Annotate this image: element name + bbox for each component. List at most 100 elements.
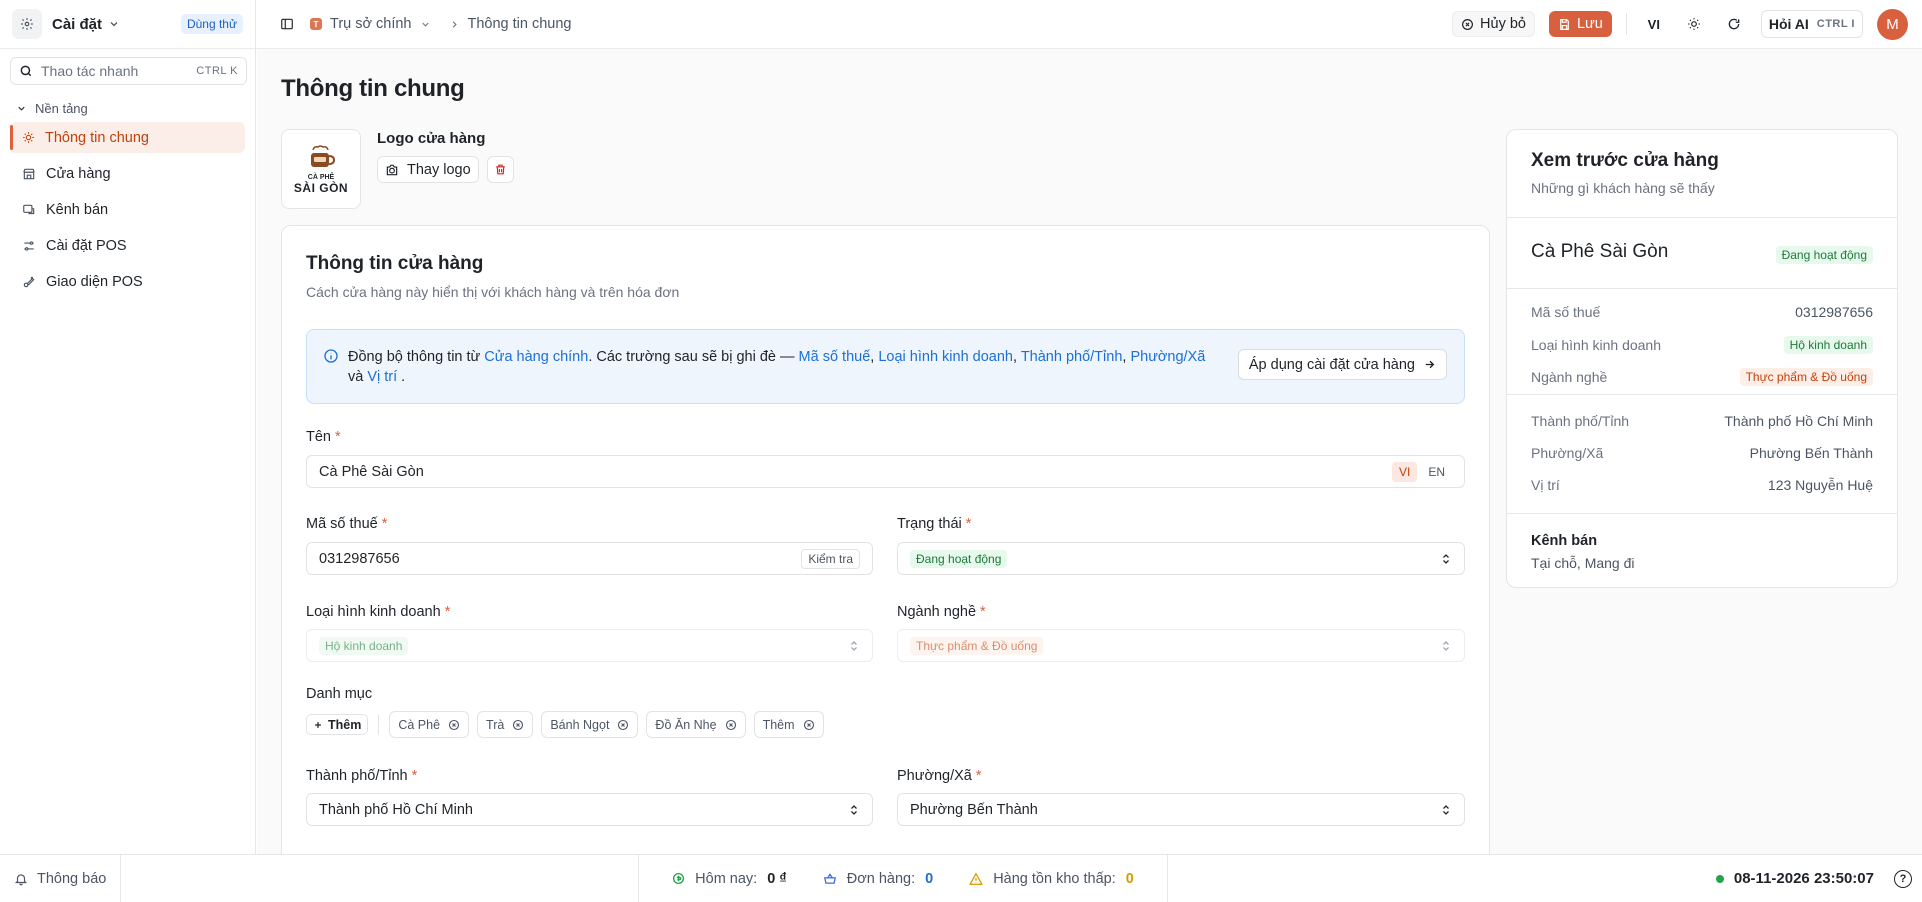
category-chip: Cà Phê <box>389 711 470 738</box>
category-chip: Đồ Ăn Nhẹ <box>646 711 746 738</box>
ask-ai-label: Hỏi AI <box>1768 16 1809 32</box>
required-mark: * <box>965 516 972 532</box>
preview-key: Phường/Xã <box>1531 445 1604 461</box>
save-button[interactable]: Lưu <box>1548 11 1612 37</box>
palette-icon <box>23 276 35 287</box>
lang-en-tab[interactable]: EN <box>1421 462 1452 482</box>
logo-text-top: CÀ PHÊ <box>307 173 335 181</box>
field-link-city[interactable]: Thành phố/Tỉnh <box>1021 349 1123 365</box>
main-store-link[interactable]: Cửa hàng chính <box>484 349 588 365</box>
preview-title: Xem trước cửa hàng <box>1531 150 1719 171</box>
tax-field[interactable]: 0312987656 Kiểm tra <box>306 542 873 575</box>
add-category-label: Thêm <box>328 717 362 732</box>
status-select[interactable]: Đang hoạt động <box>897 542 1465 575</box>
updown-chevron-icon <box>851 640 857 651</box>
sync-notice-text: Đồng bộ thông tin từ Cửa hàng chính. Các… <box>348 349 1206 385</box>
required-mark: * <box>411 768 418 784</box>
city-label-text: Thành phố/Tỉnh <box>306 768 408 784</box>
store-info-card: Thông tin cửa hàng Cách cửa hàng này hiể… <box>281 225 1490 854</box>
preview-row-location: Vị trí 123 Nguyễn Huệ <box>1531 477 1873 493</box>
city-select[interactable]: Thành phố Hồ Chí Minh <box>306 793 873 826</box>
field-link-business-type[interactable]: Loại hình kinh doanh <box>878 349 1013 365</box>
settings-switcher[interactable]: Cài đặt <box>52 16 120 33</box>
preview-row-city: Thành phố/Tỉnh Thành phố Hồ Chí Minh <box>1531 413 1873 429</box>
remove-chip-icon[interactable] <box>617 719 629 731</box>
channel-icon <box>23 204 35 214</box>
category-chip-label: Cà Phê <box>398 717 441 732</box>
theme-toggle[interactable] <box>1681 11 1707 37</box>
divider <box>378 714 380 735</box>
save-label: Lưu <box>1576 16 1603 32</box>
notice-text: . <box>397 369 406 385</box>
quick-action-search[interactable]: Thao tác nhanh CTRL K <box>10 57 247 85</box>
sidebar-item-store[interactable]: Cửa hàng <box>10 158 245 189</box>
field-link-tax[interactable]: Mã số thuế <box>799 349 871 365</box>
sidebar-item-pos-settings[interactable]: Cài đặt POS <box>10 230 245 261</box>
required-mark: * <box>975 768 982 784</box>
sidebar-item-general-info[interactable]: Thông tin chung <box>10 122 245 153</box>
city-value: Thành phố Hồ Chí Minh <box>319 801 473 818</box>
breadcrumb-branch[interactable]: Trụ sở chính <box>330 16 412 32</box>
change-logo-label: Thay logo <box>407 161 471 178</box>
category-chips: Thêm Cà Phê Trà Bánh Ngọt Đồ Ăn Nhẹ Thêm <box>306 711 824 738</box>
logo-section-label: Logo cửa hàng <box>377 130 486 147</box>
search-icon <box>20 65 32 77</box>
lang-vi-tab[interactable]: VI <box>1391 461 1418 482</box>
city-label: Thành phố/Tỉnh * <box>306 768 417 784</box>
low-stock-value: 0 <box>1125 870 1134 887</box>
name-field[interactable]: Cà Phê Sài Gòn VI EN <box>306 455 1465 488</box>
preview-channels-value: Tại chỗ, Mang đi <box>1531 555 1635 571</box>
remove-chip-icon[interactable] <box>725 719 737 731</box>
logo-text-bottom: SÀI GÒN <box>293 180 349 195</box>
business-type-select[interactable]: Hộ kinh doanh <box>306 629 873 662</box>
preview-value: Thực phẩm & Đồ uống <box>1739 368 1873 386</box>
field-link-location[interactable]: Vị trí <box>367 369 397 385</box>
tax-label: Mã số thuế * <box>306 516 387 532</box>
field-link-ward[interactable]: Phường/Xã <box>1130 349 1205 365</box>
remove-chip-icon[interactable] <box>448 719 460 731</box>
category-chip: Trà <box>477 711 534 738</box>
breadcrumb: T Trụ sở chính Thông tin chung <box>310 16 572 32</box>
business-type-label: Loại hình kinh doanh * <box>306 604 450 620</box>
language-switch[interactable]: VI <box>1641 11 1667 37</box>
category-chip-label: Đồ Ăn Nhẹ <box>655 717 717 732</box>
check-tax-button[interactable]: Kiểm tra <box>801 548 860 569</box>
remove-chip-icon[interactable] <box>803 719 815 731</box>
category-chip-label: Bánh Ngọt <box>550 717 610 732</box>
avatar[interactable]: M <box>1877 8 1908 40</box>
card-subtitle: Cách cửa hàng này hiển thị với khách hàn… <box>306 284 680 300</box>
change-logo-button[interactable]: Thay logo <box>377 156 479 183</box>
store-logo: CÀ PHÊ SÀI GÒN <box>281 129 361 209</box>
industry-select[interactable]: Thực phẩm & Đồ uống <box>897 629 1465 662</box>
store-preview-card: Xem trước cửa hàng Những gì khách hàng s… <box>1506 129 1898 588</box>
notifications-button[interactable]: Thông báo <box>0 854 121 902</box>
preview-value: Hộ kinh doanh <box>1783 336 1873 354</box>
delete-logo-button[interactable] <box>486 156 514 183</box>
sidebar-item-label: Thông tin chung <box>45 129 149 146</box>
help-icon[interactable]: ? <box>1894 869 1912 888</box>
sidebar-group-platform[interactable]: Nền tảng <box>16 101 255 116</box>
arrow-right-icon <box>1425 360 1435 369</box>
status-right: 08-11-2026 23:50:07 ? <box>1715 869 1912 888</box>
business-type-label-text: Loại hình kinh doanh <box>306 604 441 620</box>
remove-chip-icon[interactable] <box>512 719 524 731</box>
ask-ai-button[interactable]: Hỏi AI CTRL I <box>1760 10 1863 38</box>
sidebar-item-sales-channel[interactable]: Kênh bán <box>10 194 245 225</box>
settings-gear-icon[interactable] <box>12 9 42 39</box>
page-title: Thông tin chung <box>281 75 465 102</box>
ward-select[interactable]: Phường Bến Thành <box>897 793 1465 826</box>
sidebar-item-label: Cửa hàng <box>46 165 111 182</box>
refresh-button[interactable] <box>1721 11 1747 37</box>
sidebar-item-label: Cài đặt POS <box>46 237 127 254</box>
cancel-button[interactable]: Hủy bỏ <box>1452 11 1535 37</box>
updown-chevron-icon <box>1443 804 1449 815</box>
basket-icon <box>823 872 836 884</box>
toggle-sidebar-icon[interactable] <box>274 11 300 37</box>
preview-value: 0312987656 <box>1795 304 1873 320</box>
trash-icon <box>495 164 505 175</box>
apply-store-settings-button[interactable]: Áp dụng cài đặt cửa hàng <box>1237 349 1447 380</box>
add-category-button[interactable]: Thêm <box>306 714 369 735</box>
chevron-down-icon[interactable] <box>420 19 431 30</box>
low-stock-count: Hàng tồn kho thấp: 0 <box>969 871 1134 887</box>
sidebar-item-pos-interface[interactable]: Giao diện POS <box>10 266 245 297</box>
